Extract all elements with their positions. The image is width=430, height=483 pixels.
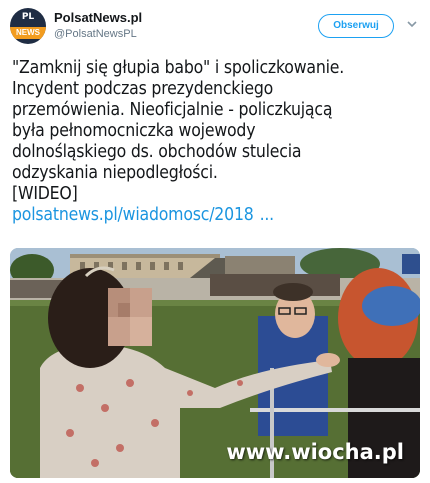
tweet-link[interactable]: polsatnews.pl/wiadomosc/2018 [12,205,254,225]
tweet-line: [WIDEO] [12,184,78,204]
tweet-line: odzyskania niepodległości. [12,163,218,183]
chevron-down-icon[interactable] [405,17,419,31]
watermark: www.wiocha.pl [226,440,404,464]
tweet-line: przemówienia. Nieoficjalnie - policzkują… [12,100,333,120]
tweet-header: PL NEWS PolsatNews.pl @PolsatNewsPL Obse… [0,0,430,50]
tweet-text: "Zamknij się głupia babo" i spoliczkowan… [12,58,418,226]
avatar-logo-bottom: NEWS [16,28,40,37]
tweet-link-line: polsatnews.pl/wiadomosc/2018... [12,205,418,226]
tweet-video[interactable]: www.wiocha.pl [10,248,420,478]
link-ellipsis: ... [259,205,275,225]
tweet-line: dolnośląskiego ds. obchodów stulecia [12,142,302,162]
tweet-line: Incydent podczas prezydenckiego [12,79,274,99]
tweet-line: "Zamknij się głupia babo" i spoliczkowan… [12,58,345,78]
follow-button[interactable]: Obserwuj [318,14,394,38]
tweet-line: była pełnomocniczka wojewody [12,121,256,141]
avatar[interactable]: PL NEWS [10,8,46,44]
display-name[interactable]: PolsatNews.pl [54,10,142,25]
avatar-logo-top: PL [21,12,35,22]
user-handle[interactable]: @PolsatNewsPL [54,28,137,40]
